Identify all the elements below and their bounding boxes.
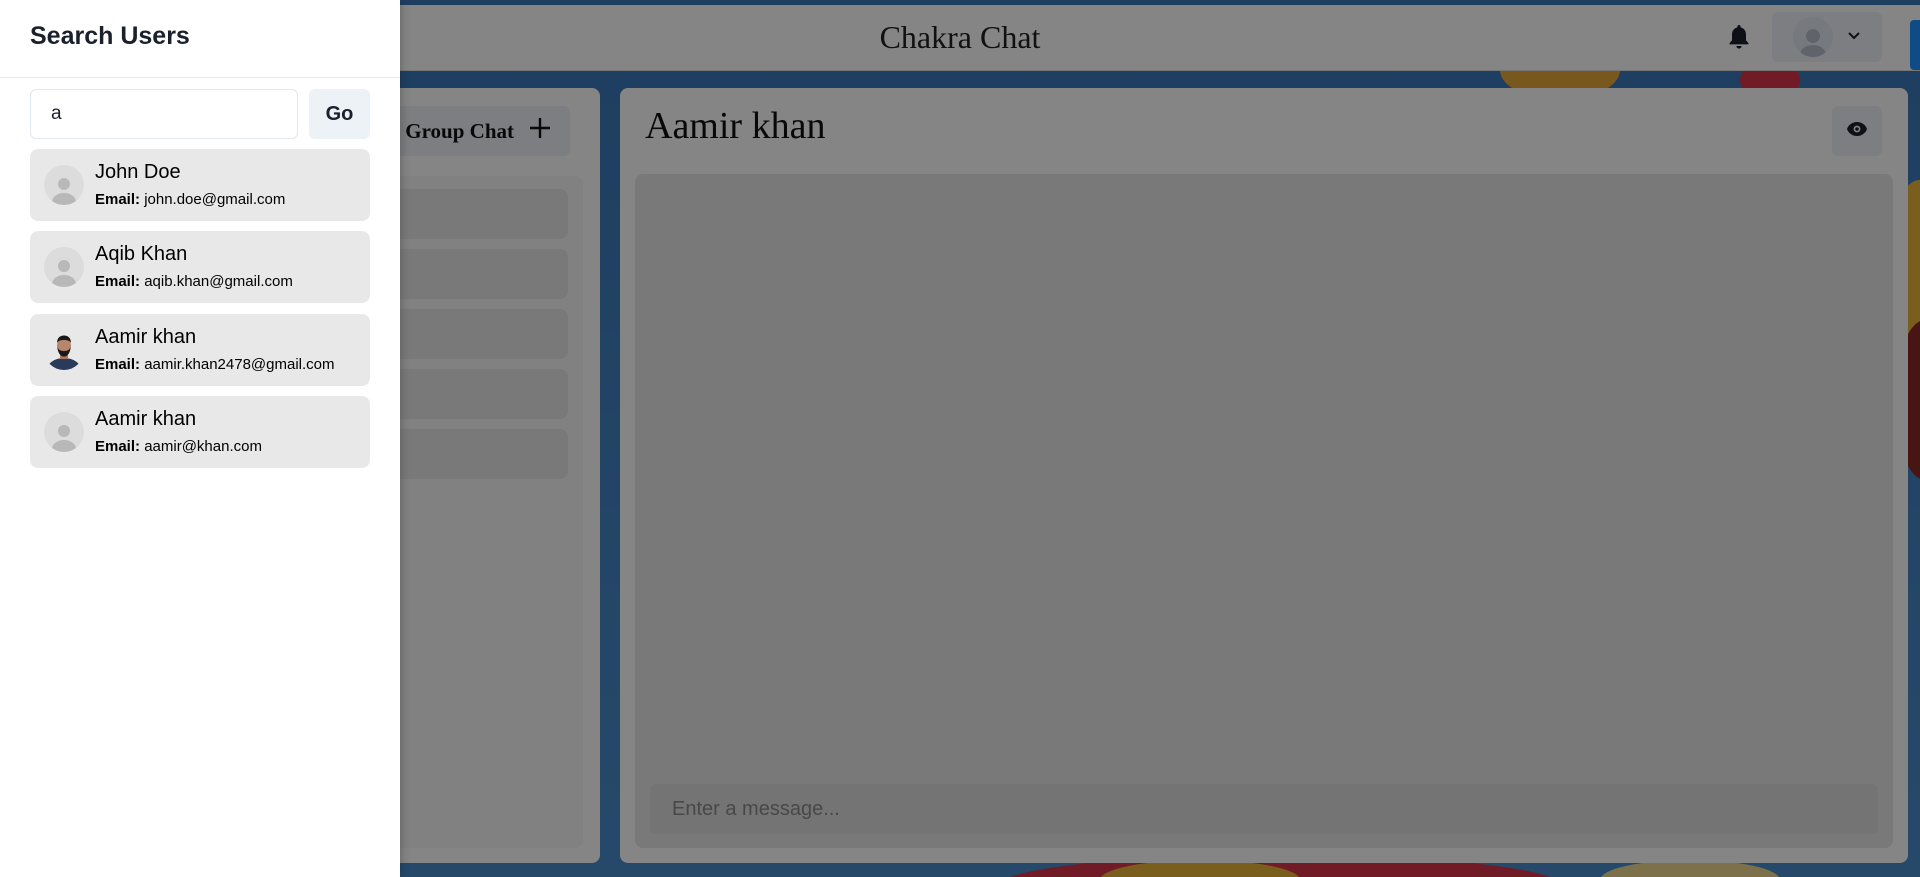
- divider: [0, 77, 400, 78]
- user-name: John Doe: [95, 161, 181, 183]
- email-label: Email:: [95, 273, 141, 290]
- photo-avatar: [44, 330, 84, 370]
- email-label: Email:: [95, 191, 141, 208]
- user-name: Aqib Khan: [95, 243, 188, 265]
- user-list-item[interactable]: Aamir khan Email: aamir.khan2478@gmail.c…: [30, 314, 370, 386]
- user-email: Email: aqib.khan@gmail.com: [95, 273, 293, 290]
- email-label: Email:: [95, 356, 141, 373]
- user-name: Aamir khan: [95, 326, 197, 348]
- user-list-item[interactable]: John Doe Email: john.doe@gmail.com: [30, 149, 370, 221]
- user-list-item[interactable]: Aamir khan Email: aamir@khan.com: [30, 396, 370, 468]
- user-email: Email: aamir.khan2478@gmail.com: [95, 356, 335, 373]
- email-value: aqib.khan@gmail.com: [144, 273, 293, 290]
- email-value: aamir.khan2478@gmail.com: [144, 356, 335, 373]
- user-email: Email: aamir@khan.com: [95, 438, 262, 455]
- email-value: aamir@khan.com: [144, 438, 262, 455]
- email-value: john.doe@gmail.com: [144, 191, 286, 208]
- user-name: Aamir khan: [95, 408, 197, 430]
- avatar: [44, 165, 84, 205]
- drawer-title: Search Users: [30, 22, 190, 50]
- go-button[interactable]: Go: [309, 89, 370, 139]
- avatar: [44, 247, 84, 287]
- email-label: Email:: [95, 438, 141, 455]
- user-email: Email: john.doe@gmail.com: [95, 191, 285, 208]
- search-input[interactable]: [30, 89, 298, 139]
- user-list-item[interactable]: Aqib Khan Email: aqib.khan@gmail.com: [30, 231, 370, 303]
- search-users-drawer: Search Users Go John Doe Email: john.doe…: [0, 0, 400, 877]
- avatar: [44, 412, 84, 452]
